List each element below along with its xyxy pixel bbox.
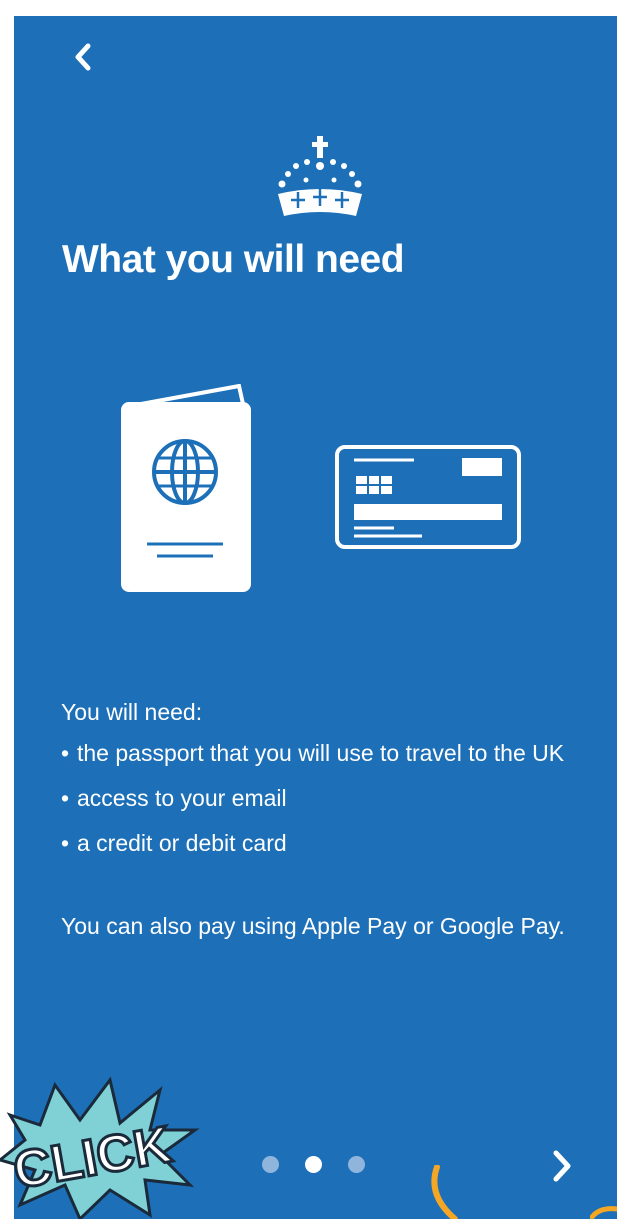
app-screen: What you will need You will need: the pa… bbox=[14, 16, 617, 1219]
decorative-arc bbox=[431, 1165, 458, 1219]
crown-icon bbox=[278, 136, 362, 216]
credit-card-icon bbox=[335, 445, 521, 549]
page-dot-1[interactable] bbox=[262, 1156, 279, 1173]
decorative-corner bbox=[590, 1206, 617, 1219]
payment-note: You can also pay using Apple Pay or Goog… bbox=[61, 913, 565, 939]
click-sticker: CLICK bbox=[0, 1076, 200, 1219]
intro-text: You will need: bbox=[61, 699, 203, 725]
list-item: the passport that you will use to travel… bbox=[61, 737, 591, 770]
page-indicator bbox=[262, 1156, 365, 1173]
passport-icon bbox=[121, 384, 251, 592]
list-item: a credit or debit card bbox=[61, 827, 591, 860]
requirements-list: the passport that you will use to travel… bbox=[61, 737, 591, 860]
back-button[interactable] bbox=[66, 40, 100, 74]
list-item: access to your email bbox=[61, 782, 591, 815]
next-button[interactable] bbox=[542, 1146, 582, 1186]
page-dot-3[interactable] bbox=[348, 1156, 365, 1173]
page-title: What you will need bbox=[62, 238, 405, 281]
requirements-section: You will need: the passport that you wil… bbox=[61, 696, 591, 943]
page-dot-2-active[interactable] bbox=[305, 1156, 322, 1173]
chevron-left-icon bbox=[75, 43, 91, 71]
chevron-right-icon bbox=[553, 1150, 571, 1182]
